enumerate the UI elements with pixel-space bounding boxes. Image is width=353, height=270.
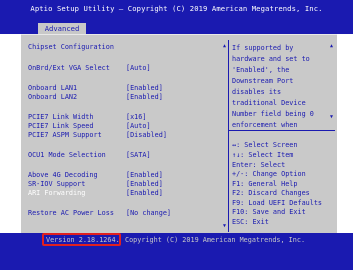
help-line: enforcement when xyxy=(232,121,298,129)
setting-value-pcie7-link-speed[interactable]: [Auto] xyxy=(126,122,151,131)
setting-label-pcie7-link-speed[interactable]: PCIE7 Link Speed xyxy=(28,122,93,131)
section-title: Chipset Configuration xyxy=(28,43,114,51)
version-highlight-box xyxy=(42,233,121,246)
help-line: 'Enabled', the xyxy=(232,66,290,74)
setting-label-above-4g[interactable]: Above 4G Decoding xyxy=(28,171,98,180)
panel-border xyxy=(21,34,337,35)
help-line: hardware and set to xyxy=(232,55,310,63)
key-help-line: +/-: Change Option xyxy=(232,170,306,178)
key-help-line: ↔: Select Screen xyxy=(232,141,298,149)
setting-label-onboard-lan2[interactable]: Onboard LAN2 xyxy=(28,93,77,102)
setting-value-ocu1-mode[interactable]: [SATA] xyxy=(126,151,151,160)
setting-label-restore-ac-power[interactable]: Restore AC Power Loss xyxy=(28,209,114,218)
help-line: traditional Device xyxy=(232,99,306,107)
setting-value-restore-ac-power[interactable]: [No change] xyxy=(126,209,171,218)
help-line: Number field being 0 xyxy=(232,110,314,118)
help-line: If supported by xyxy=(232,44,294,52)
setting-label-vga-select[interactable]: OnBrd/Ext VGA Select xyxy=(28,64,110,73)
setting-label-ocu1-mode[interactable]: OCU1 Mode Selection xyxy=(28,151,106,160)
key-help-line: F10: Save and Exit xyxy=(232,208,306,216)
setting-value-vga-select[interactable]: [Auto] xyxy=(126,64,151,73)
key-help-line: ↑↓: Select Item xyxy=(232,151,294,159)
key-help-line: F2: Discard Changes xyxy=(232,189,310,197)
setting-value-onboard-lan2[interactable]: [Enabled] xyxy=(126,93,163,102)
setting-value-pcie7-link-width[interactable]: [x16] xyxy=(126,113,146,122)
scroll-up-arrow-icon[interactable]: ▲ xyxy=(223,43,226,49)
setting-value-sr-iov[interactable]: [Enabled] xyxy=(126,180,163,189)
help-line: Downstream Port xyxy=(232,77,294,85)
key-help-line: ESC: Exit xyxy=(232,218,269,226)
help-line: disables its xyxy=(232,88,282,96)
bios-screen: Aptio Setup Utility – Copyright (C) 2019… xyxy=(0,0,353,270)
setting-value-ari-forwarding[interactable]: [Enabled] xyxy=(126,189,163,198)
setting-label-ari-forwarding-selected[interactable]: ARI Forwarding xyxy=(28,189,85,198)
setting-value-above-4g[interactable]: [Enabled] xyxy=(126,171,163,180)
setting-value-pcie7-aspm[interactable]: [Disabled] xyxy=(126,131,167,140)
setting-label-onboard-lan1[interactable]: Onboard LAN1 xyxy=(28,84,77,93)
column-divider xyxy=(228,40,229,232)
scroll-down-arrow-icon[interactable]: ▼ xyxy=(223,223,226,229)
help-scroll-down-icon[interactable]: ▼ xyxy=(330,114,333,120)
window-title: Aptio Setup Utility – Copyright (C) 2019… xyxy=(30,4,323,13)
tab-advanced[interactable]: Advanced xyxy=(38,23,86,34)
copyright-text: Copyright (C) 2019 American Megatrends, … xyxy=(125,236,306,244)
setting-value-onboard-lan1[interactable]: [Enabled] xyxy=(126,84,163,93)
setting-label-sr-iov[interactable]: SR-IOV Support xyxy=(28,180,85,189)
setting-label-pcie7-aspm[interactable]: PCIE7 ASPM Support xyxy=(28,131,102,140)
help-scroll-up-icon[interactable]: ▲ xyxy=(330,43,333,49)
setting-label-pcie7-link-width[interactable]: PCIE7 Link Width xyxy=(28,113,93,122)
